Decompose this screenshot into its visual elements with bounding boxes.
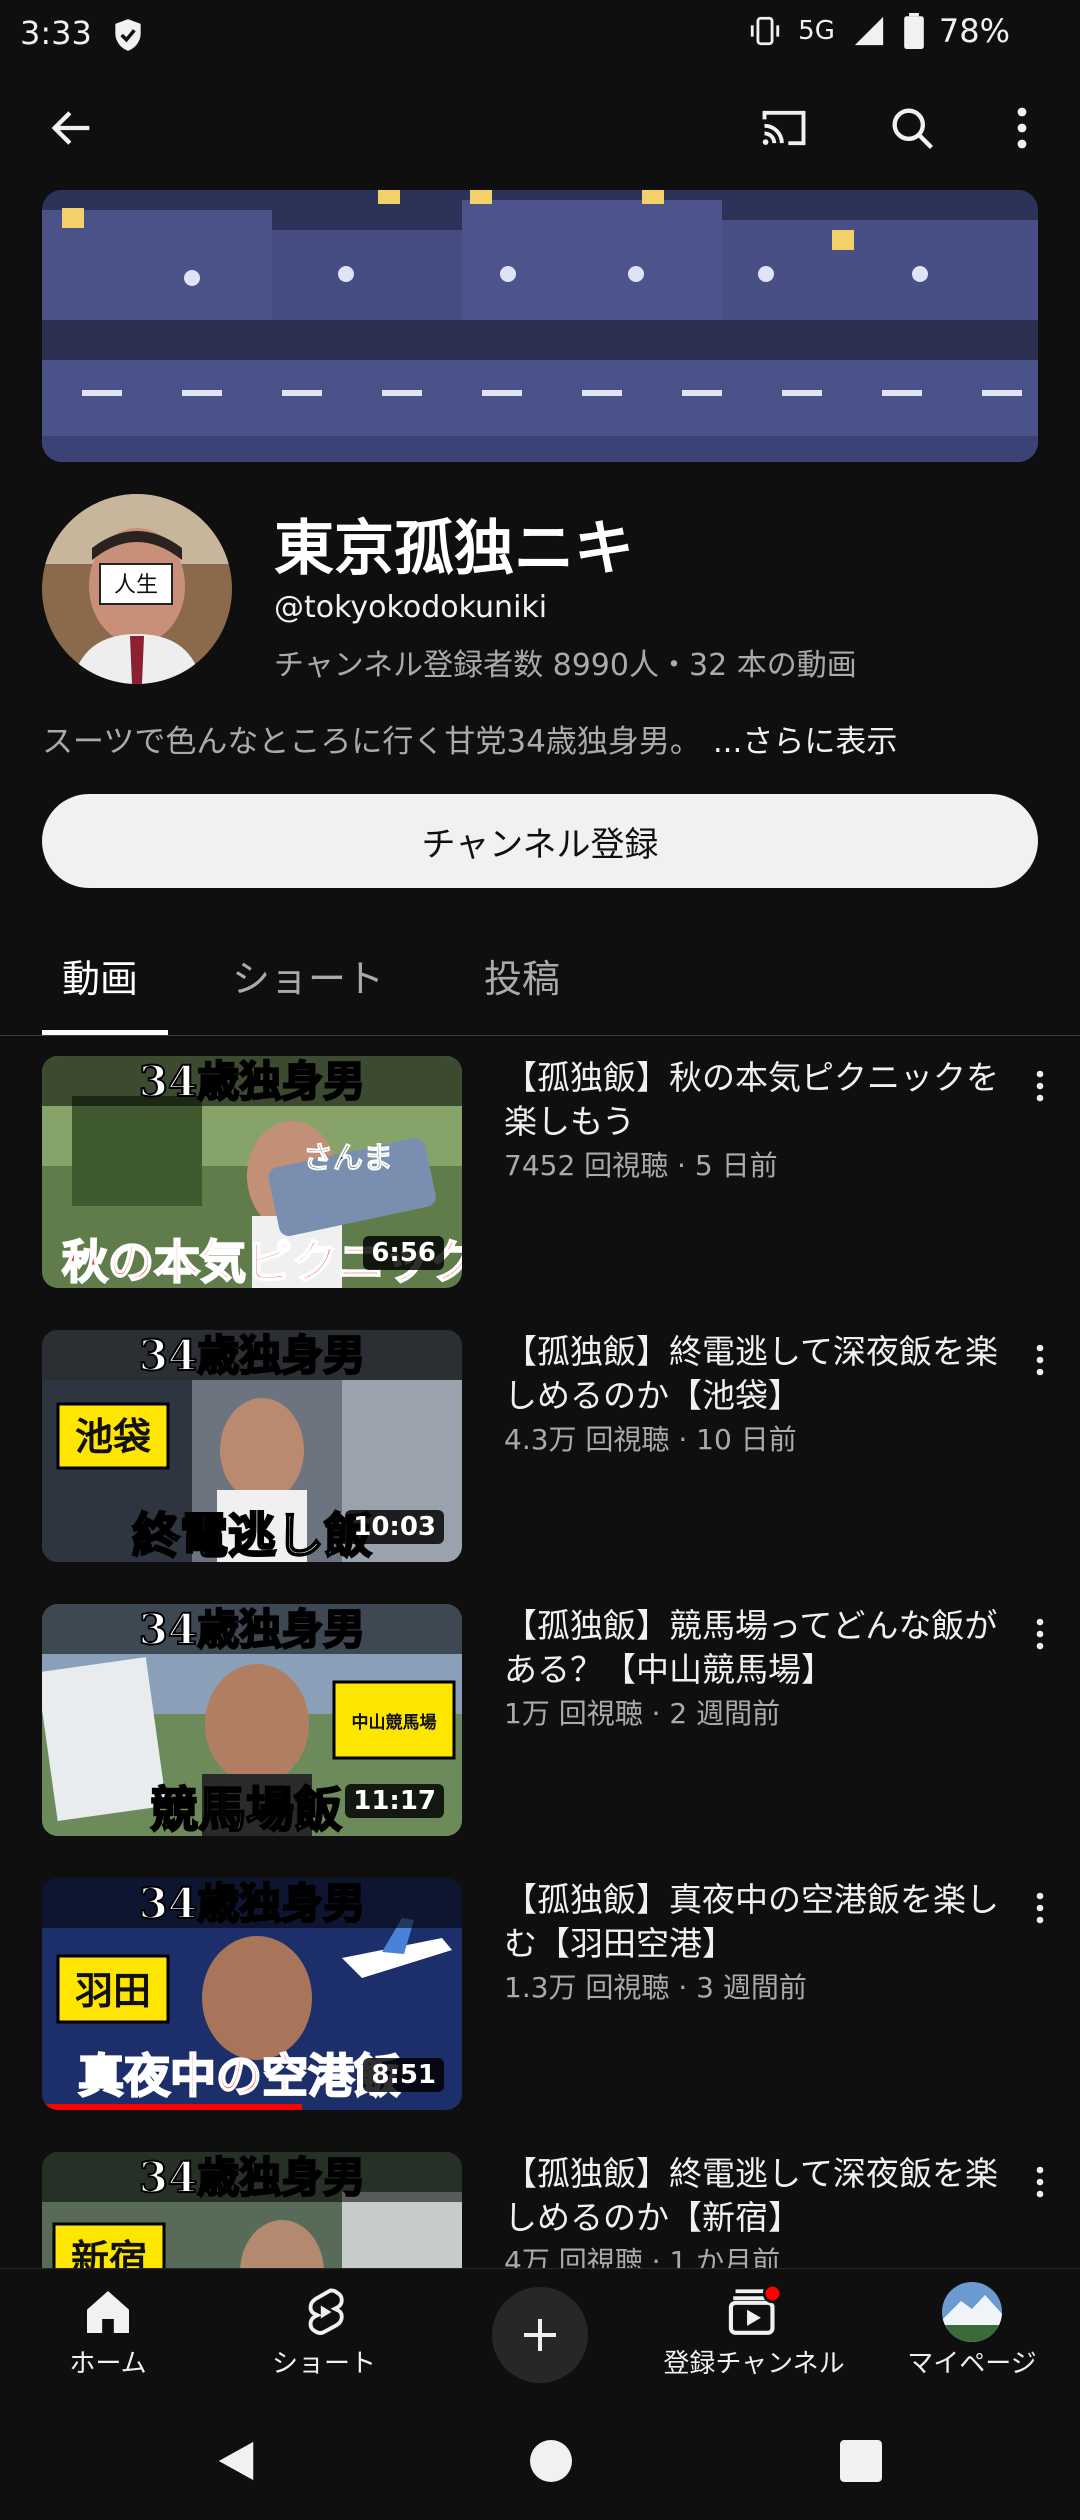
tab-videos[interactable]: 動画: [62, 948, 138, 1003]
status-bar: 3:33 5G 78%: [0, 0, 1080, 66]
search-icon[interactable]: [882, 98, 942, 158]
channel-banner: [42, 190, 1038, 462]
channel-avatar[interactable]: 人生: [42, 494, 232, 684]
thumb-tag-text: 池袋: [75, 1414, 151, 1459]
nav-shorts[interactable]: ショート: [224, 2281, 424, 2380]
video-thumbnail[interactable]: 34歳独身男 さんま 秋の本気ピクニック 6:56: [42, 1056, 462, 1288]
shorts-icon: [224, 2281, 424, 2343]
video-menu-icon[interactable]: [1022, 1064, 1058, 1108]
video-duration: 11:17: [345, 1784, 444, 1818]
video-item[interactable]: 34歳独身男 さんま 秋の本気ピクニック 6:56 【孤独飯】秋の本気ピクニック…: [0, 1056, 1080, 1296]
thumb-tag-text: さんま: [303, 1141, 393, 1176]
video-item[interactable]: 34歳独身男 中山競馬場 競馬場飯 11:17 【孤独飯】競馬場ってどんな飯があ…: [0, 1604, 1080, 1844]
video-title[interactable]: 【孤独飯】終電逃して深夜飯を楽しめるのか【新宿】: [504, 2152, 1004, 2240]
thumb-top-text: 34歳独身男: [139, 1057, 365, 1106]
thumb-tag-text: 羽田: [75, 1968, 151, 2013]
channel-tabs: 動画 ショート 投稿: [0, 924, 1080, 1036]
thumb-top-text: 34歳独身男: [139, 1605, 365, 1654]
show-more-link[interactable]: ...さらに表示: [713, 724, 898, 760]
subscriptions-icon: [654, 2281, 854, 2343]
nav-subscriptions[interactable]: 登録チャンネル: [654, 2281, 854, 2380]
vibrate-icon: [751, 16, 780, 46]
video-thumbnail[interactable]: 34歳独身男 羽田 真夜中の空港飯 8:51: [42, 1878, 462, 2110]
description-text: スーツで色んなところに行く甘党34歳独身男。: [42, 724, 701, 760]
thumb-top-text: 34歳独身男: [139, 1331, 365, 1380]
video-menu-icon[interactable]: [1022, 1886, 1058, 1930]
video-title[interactable]: 【孤独飯】秋の本気ピクニックを楽しもう: [504, 1056, 1004, 1144]
battery-level: 78%: [938, 12, 1010, 50]
channel-name: 東京孤独ニキ: [274, 514, 634, 584]
cast-icon[interactable]: [754, 98, 814, 158]
app-bar: [0, 80, 1080, 176]
system-nav-bar: [0, 2400, 1080, 2520]
bottom-nav: ホーム ショート 登録チャンネル マイページ: [0, 2268, 1080, 2398]
video-menu-icon[interactable]: [1022, 2160, 1058, 2204]
video-title[interactable]: 【孤独飯】終電逃して深夜飯を楽しめるのか【池袋】: [504, 1330, 1004, 1418]
video-title[interactable]: 【孤独飯】競馬場ってどんな飯がある？【中山競馬場】: [504, 1604, 1004, 1692]
tab-shorts[interactable]: ショート: [232, 948, 384, 1003]
thumb-top-text: 34歳独身男: [139, 1879, 365, 1928]
video-thumbnail[interactable]: 34歳独身男 中山競馬場 競馬場飯 11:17: [42, 1604, 462, 1836]
system-home-icon[interactable]: [530, 2440, 572, 2482]
back-arrow-icon[interactable]: [42, 98, 102, 158]
battery-icon: [904, 13, 924, 49]
channel-stats: チャンネル登録者数 8990人・32 本の動画: [274, 648, 857, 683]
video-duration: 6:56: [363, 1236, 444, 1270]
video-duration: 8:51: [363, 2058, 444, 2092]
video-menu-icon[interactable]: [1022, 1338, 1058, 1382]
video-meta: 7452 回視聴 · 5 日前: [504, 1149, 778, 1182]
nav-shorts-label: ショート: [271, 2349, 376, 2379]
shield-icon: [115, 19, 141, 51]
nav-you[interactable]: マイページ: [872, 2281, 1072, 2380]
network-type: 5G: [798, 16, 835, 46]
nav-home[interactable]: ホーム: [8, 2281, 208, 2380]
plus-icon: [524, 2319, 556, 2351]
video-meta: 1.3万 回視聴 · 3 週間前: [504, 1971, 807, 2004]
video-menu-icon[interactable]: [1022, 1612, 1058, 1656]
system-back-icon[interactable]: [214, 2438, 258, 2484]
video-item[interactable]: 34歳独身男 池袋 終電逃し飯 10:03 【孤独飯】終電逃して深夜飯を楽しめる…: [0, 1330, 1080, 1570]
video-meta: 1万 回視聴 · 2 週間前: [504, 1697, 781, 1730]
signal-icon: [854, 16, 884, 46]
thumb-bottom-text: 終電逃し飯: [132, 1508, 372, 1562]
video-thumbnail[interactable]: 34歳独身男 池袋 終電逃し飯 10:03: [42, 1330, 462, 1562]
status-time: 3:33: [20, 14, 92, 52]
video-title[interactable]: 【孤独飯】真夜中の空港飯を楽しむ【羽田空港】: [504, 1878, 1004, 1966]
thumb-bottom-text: 競馬場飯: [150, 1782, 342, 1836]
tab-posts[interactable]: 投稿: [484, 948, 560, 1003]
system-recents-icon[interactable]: [840, 2440, 882, 2482]
status-right: 5G 78%: [746, 12, 1010, 50]
video-item[interactable]: 34歳独身男 羽田 真夜中の空港飯 8:51 【孤独飯】真夜中の空港飯を楽しむ【…: [0, 1878, 1080, 2118]
avatar-label: 人生: [114, 573, 158, 598]
subscribe-button[interactable]: チャンネル登録: [42, 794, 1038, 888]
profile-avatar-icon: [872, 2281, 1072, 2343]
nav-subscriptions-label: 登録チャンネル: [663, 2349, 845, 2379]
thumb-tag-text: 中山競馬場: [352, 1712, 437, 1733]
more-vert-icon[interactable]: [992, 98, 1052, 158]
channel-handle: @tokyokodokuniki: [274, 590, 548, 625]
video-duration: 10:03: [345, 1510, 444, 1544]
video-meta: 4.3万 回視聴 · 10 日前: [504, 1423, 797, 1456]
thumb-bottom-text: 真夜中の空港飯: [78, 2049, 400, 2103]
active-tab-indicator: [42, 1030, 168, 1035]
nav-home-label: ホーム: [69, 2349, 147, 2379]
thumb-top-text: 34歳独身男: [139, 2153, 365, 2202]
channel-description[interactable]: スーツで色んなところに行く甘党34歳独身男。 ...さらに表示: [42, 716, 897, 761]
nav-you-label: マイページ: [907, 2349, 1037, 2379]
create-button[interactable]: [492, 2287, 588, 2383]
home-icon: [8, 2281, 208, 2343]
